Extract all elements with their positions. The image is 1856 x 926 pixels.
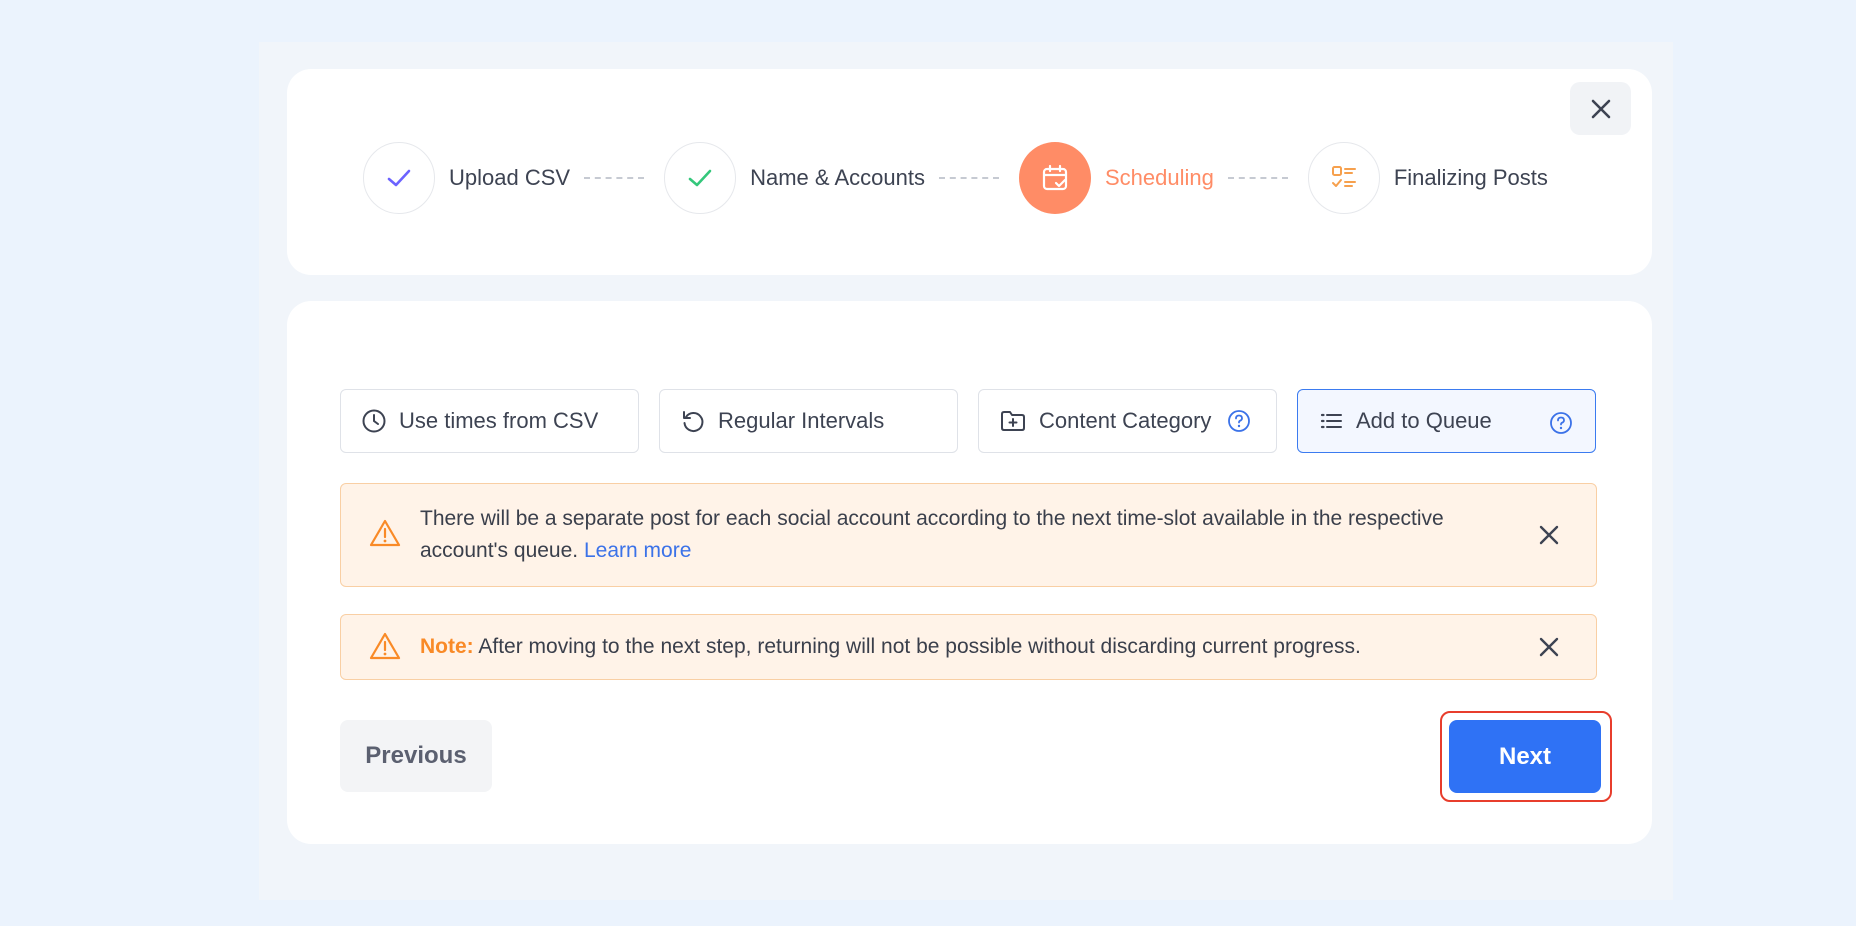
close-icon[interactable] bbox=[1538, 524, 1560, 546]
option-use-times-from-csv[interactable]: Use times from CSV bbox=[340, 389, 639, 453]
alert-message: Note: After moving to the next step, ret… bbox=[420, 631, 1361, 663]
option-label: Content Category bbox=[1039, 408, 1212, 433]
step-connector bbox=[584, 177, 645, 179]
step-connector bbox=[1227, 177, 1288, 179]
help-icon[interactable] bbox=[1227, 409, 1251, 433]
folder-plus-icon bbox=[1001, 411, 1025, 431]
option-label: Regular Intervals bbox=[718, 408, 885, 433]
stepper: Upload CSV Name & Accounts Scheduling Fi… bbox=[363, 142, 1548, 214]
alert-message: There will be a separate post for each s… bbox=[420, 503, 1460, 567]
step-label: Scheduling bbox=[1104, 165, 1214, 190]
step-label: Finalizing Posts bbox=[1393, 165, 1548, 190]
step-label: Name & Accounts bbox=[750, 165, 925, 190]
step-circle bbox=[1018, 142, 1091, 214]
stepper-card: Upload CSV Name & Accounts Scheduling Fi… bbox=[287, 69, 1652, 275]
bulk-upload-modal: Upload CSV Name & Accounts Scheduling Fi… bbox=[259, 42, 1673, 900]
next-button[interactable]: Next bbox=[1449, 720, 1601, 793]
step-circle bbox=[1307, 142, 1380, 214]
option-label: Add to Queue bbox=[1356, 408, 1492, 433]
step-name-accounts: Name & Accounts bbox=[664, 142, 925, 214]
step-scheduling: Scheduling bbox=[1018, 142, 1214, 214]
calendar-check-icon bbox=[1042, 164, 1068, 191]
queue-info-alert: There will be a separate post for each s… bbox=[340, 483, 1597, 587]
rotate-icon bbox=[683, 411, 704, 432]
help-icon[interactable] bbox=[1549, 411, 1573, 441]
check-icon bbox=[387, 169, 411, 187]
step-circle bbox=[664, 142, 737, 214]
note-alert: Note: After moving to the next step, ret… bbox=[340, 614, 1597, 680]
option-content-category[interactable]: Content Category bbox=[978, 389, 1277, 453]
step-finalizing-posts: Finalizing Posts bbox=[1307, 142, 1548, 214]
close-icon bbox=[1591, 99, 1610, 118]
option-regular-intervals[interactable]: Regular Intervals bbox=[659, 389, 958, 453]
step-connector bbox=[938, 177, 999, 179]
alert-text: There will be a separate post for each s… bbox=[420, 507, 1444, 562]
note-label: Note: bbox=[420, 635, 474, 658]
alert-text: After moving to the next step, returning… bbox=[478, 635, 1361, 658]
warning-icon bbox=[369, 632, 401, 660]
next-button-focus-ring: Next bbox=[1440, 711, 1612, 802]
list-icon bbox=[1320, 413, 1342, 429]
step-label: Upload CSV bbox=[449, 165, 571, 190]
step-circle bbox=[363, 142, 435, 214]
option-label: Use times from CSV bbox=[399, 408, 599, 433]
check-icon bbox=[688, 169, 712, 187]
warning-icon bbox=[369, 519, 401, 547]
close-modal-button[interactable] bbox=[1570, 82, 1631, 135]
scheduling-card: Use times from CSV Regular Intervals Con… bbox=[287, 301, 1652, 844]
step-upload-csv: Upload CSV bbox=[363, 142, 570, 214]
option-add-to-queue[interactable]: Add to Queue bbox=[1297, 389, 1596, 453]
checklist-icon bbox=[1331, 166, 1356, 187]
scheduling-options: Use times from CSV Regular Intervals Con… bbox=[340, 389, 1596, 453]
previous-button[interactable]: Previous bbox=[340, 720, 492, 792]
clock-icon bbox=[362, 409, 386, 433]
close-icon[interactable] bbox=[1538, 636, 1560, 658]
learn-more-link[interactable]: Learn more bbox=[584, 539, 691, 562]
